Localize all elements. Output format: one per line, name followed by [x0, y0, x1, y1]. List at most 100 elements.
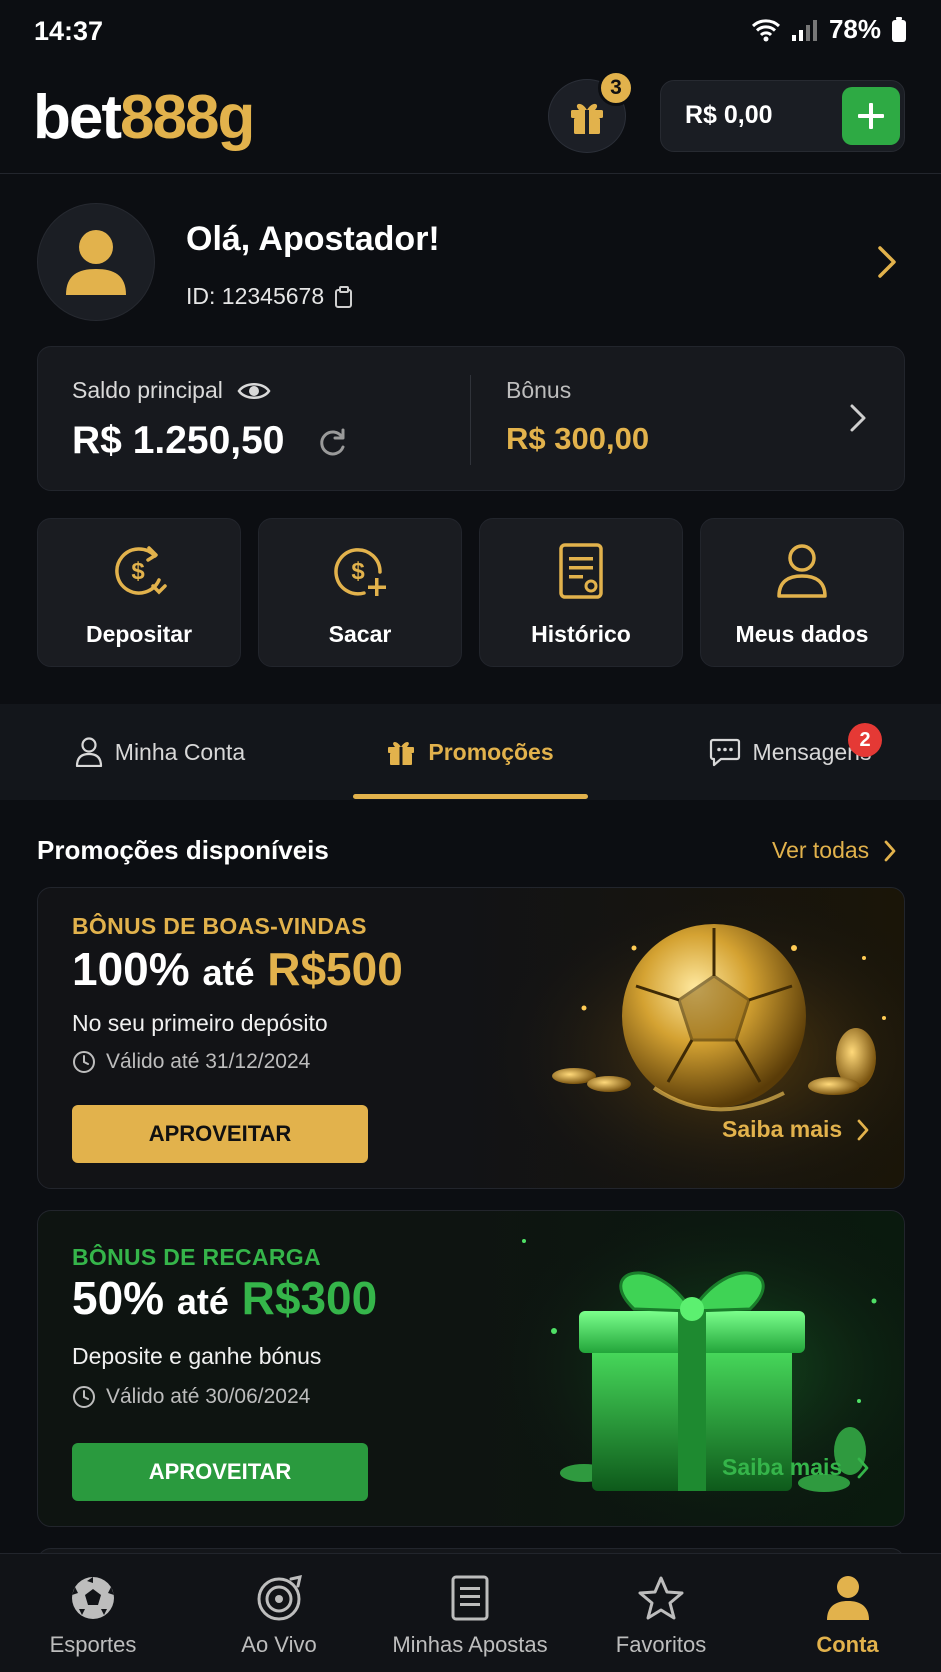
star-icon	[638, 1576, 684, 1620]
header-divider	[0, 173, 941, 174]
promo-card-welcome[interactable]: BÔNUS DE BOAS-VINDAS 100% até R$500 No s…	[37, 887, 905, 1189]
history-icon	[559, 543, 603, 599]
gift-icon	[388, 742, 415, 765]
golden-soccer-ball-image	[464, 888, 904, 1188]
svg-text:$: $	[351, 558, 365, 585]
claim-reload-bonus-button[interactable]: APROVEITAR	[72, 1443, 368, 1501]
live-target-icon-wrap	[256, 1574, 302, 1622]
learn-more-link[interactable]: Saiba mais	[722, 1454, 870, 1481]
star-icon-wrap	[638, 1574, 684, 1622]
bonus-label: Bônus	[506, 377, 572, 403]
active-tab-indicator	[353, 794, 588, 799]
live-target-icon	[257, 1575, 302, 1621]
withdraw-button[interactable]: $ Sacar	[258, 518, 462, 667]
bet-slip-icon-wrap	[450, 1574, 490, 1622]
bottom-navigation: Esportes Ao Vivo Minhas Apostas Favorito…	[0, 1553, 941, 1672]
nav-live-label: Ao Vivo	[241, 1632, 317, 1657]
learn-more-link[interactable]: Saiba mais	[722, 1116, 870, 1143]
copy-icon[interactable]	[334, 285, 354, 309]
tab-my-account-label: Minha Conta	[114, 738, 246, 765]
nav-account-label: Conta	[816, 1632, 879, 1657]
deposit-button[interactable]: $ Depositar	[37, 518, 241, 667]
header-balance-value: R$ 0,00	[685, 101, 773, 129]
nav-account[interactable]: Conta	[754, 1554, 941, 1672]
nav-favorites-label: Favoritos	[615, 1632, 707, 1657]
profile-greeting: Olá, Apostador!	[186, 220, 440, 258]
add-funds-button[interactable]	[842, 87, 900, 145]
main-balance-label: Saldo principal	[72, 377, 223, 403]
tab-promotions-label: Promoções	[428, 738, 554, 765]
logo-part-bet: bet	[33, 83, 122, 152]
brand-logo[interactable]: bet888g	[33, 78, 255, 158]
my-data-button[interactable]: Meus dados	[700, 518, 904, 667]
tab-my-account[interactable]: Minha Conta	[0, 704, 320, 800]
main-balance-label-row: Saldo principal	[72, 377, 271, 404]
messages-count-badge: 2	[848, 723, 882, 757]
avatar[interactable]	[37, 203, 155, 321]
see-all-label: Ver todas	[772, 837, 870, 863]
user-outline-icon	[75, 737, 102, 767]
status-time: 14:37	[34, 16, 104, 46]
tab-messages[interactable]: Mensagens	[640, 704, 940, 800]
history-label: Histórico	[531, 621, 631, 647]
user-icon-wrap	[776, 541, 828, 601]
account-tabs: Minha Conta Promoções Mensagens	[0, 704, 941, 800]
promo-validity-text: Válido até 30/06/2024	[106, 1385, 311, 1408]
my-data-label: Meus dados	[735, 621, 869, 647]
chevron-right-icon	[857, 1457, 869, 1478]
nav-my-bets[interactable]: Minhas Apostas	[372, 1554, 568, 1672]
header-balance[interactable]: R$ 0,00	[660, 80, 905, 152]
chevron-right-icon	[857, 1119, 869, 1140]
nav-live[interactable]: Ao Vivo	[186, 1554, 372, 1672]
promo-percent: 100%	[72, 943, 190, 995]
nav-favorites[interactable]: Favoritos	[568, 1554, 754, 1672]
promo-validity: Válido até 30/06/2024	[72, 1385, 310, 1409]
promo-headline: 50% até R$300	[72, 1271, 377, 1325]
clock-icon	[73, 1051, 95, 1073]
promo-ate: até	[202, 952, 255, 993]
promo-subtitle: No seu primeiro depósito	[72, 1010, 328, 1036]
promo-amount: R$300	[241, 1272, 378, 1324]
user-icon-wrap	[826, 1574, 870, 1622]
deposit-icon-wrap: $	[109, 541, 169, 601]
nav-sports[interactable]: Esportes	[0, 1554, 186, 1672]
see-all-link[interactable]: Ver todas	[772, 837, 897, 864]
promo-validity: Válido até 31/12/2024	[72, 1050, 310, 1074]
eye-icon[interactable]	[237, 380, 271, 402]
promo-card-reload[interactable]: BÔNUS DE RECARGA 50% até R$300 Deposite …	[37, 1210, 905, 1527]
learn-more-label: Saiba mais	[722, 1454, 843, 1480]
promotions-section-title: Promoções disponíveis	[37, 835, 329, 865]
user-id-row: ID: 12345678	[186, 283, 354, 310]
history-button[interactable]: Histórico	[479, 518, 683, 667]
soccer-ball-icon-wrap	[70, 1574, 116, 1622]
promo-kicker: BÔNUS DE RECARGA	[72, 1244, 321, 1270]
tab-promotions[interactable]: Promoções	[352, 704, 588, 800]
withdraw-icon: $	[334, 548, 386, 596]
bonus-chevron-icon[interactable]	[848, 403, 868, 433]
bet-slip-icon	[451, 1575, 489, 1621]
promo-amount: R$500	[267, 943, 403, 995]
balance-card[interactable]: Saldo principal R$ 1.250,50 Bônus R$ 300…	[37, 346, 905, 491]
signal-icon	[791, 19, 817, 41]
profile-chevron-icon[interactable]	[876, 245, 898, 279]
promo-subtitle: Deposite e ganhe bónus	[72, 1343, 322, 1369]
battery-percent: 78%	[828, 14, 881, 44]
promo-headline: 100% até R$500	[72, 942, 403, 996]
refresh-icon[interactable]	[316, 427, 348, 459]
wifi-icon	[751, 18, 780, 41]
claim-welcome-bonus-button[interactable]: APROVEITAR	[72, 1105, 368, 1163]
main-balance-value: R$ 1.250,50	[72, 419, 285, 462]
svg-text:$: $	[131, 558, 145, 585]
promo-kicker: BÔNUS DE BOAS-VINDAS	[72, 913, 367, 939]
battery-icon	[892, 16, 906, 42]
balance-card-divider	[470, 375, 471, 465]
chevron-right-icon	[884, 840, 896, 861]
user-avatar-icon	[66, 230, 126, 295]
gift-icon	[571, 103, 603, 134]
withdraw-icon-wrap: $	[330, 541, 390, 601]
promo-validity-text: Válido até 31/12/2024	[106, 1050, 311, 1073]
clock-icon	[73, 1386, 95, 1408]
user-id: ID: 12345678	[186, 283, 325, 309]
deposit-icon: $	[115, 546, 167, 595]
deposit-label: Depositar	[85, 621, 193, 647]
